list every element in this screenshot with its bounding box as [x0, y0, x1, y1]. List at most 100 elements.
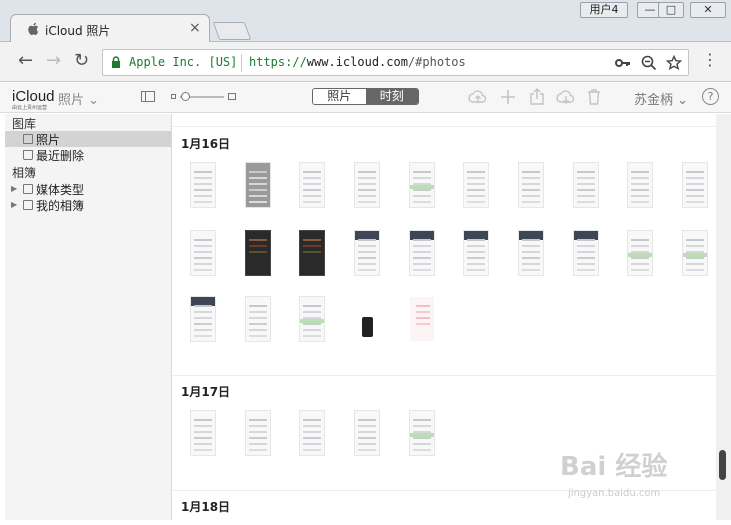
photo-thumbnail[interactable] [190, 410, 216, 456]
sidebar-item-media-types[interactable]: ▶ 媒体类型 [5, 181, 171, 197]
sidebar-item-my-albums[interactable]: ▶ 我的相簿 [5, 197, 171, 213]
photo-thumbnail[interactable] [573, 162, 599, 208]
photo-thumbnail[interactable] [354, 162, 380, 208]
photo-thumbnail[interactable] [354, 410, 380, 456]
photo-thumbnail[interactable] [245, 296, 271, 342]
account-menu[interactable]: 苏金柄 ⌄ [634, 89, 688, 108]
moment-date-header[interactable]: 1月18日 [181, 498, 230, 515]
forward-button[interactable]: → [46, 52, 61, 70]
photo-thumbnail[interactable] [409, 162, 435, 208]
browser-tab-icloud-photos[interactable]: iCloud 照片 × [10, 14, 210, 43]
sidebar-heading-albums: 相簿 [12, 166, 37, 180]
album-stack-icon [23, 184, 33, 194]
url-host: www.icloud.com [306, 55, 408, 69]
site-identity[interactable]: Apple Inc. [US] [129, 55, 237, 69]
photo-thumbnail[interactable] [354, 230, 380, 276]
browser-menu-icon[interactable]: ⋮ [702, 52, 718, 68]
photo-thumbnail[interactable] [463, 162, 489, 208]
section-divider [173, 375, 716, 376]
thumbnail-small-icon [171, 94, 176, 99]
photo-thumbnail[interactable] [463, 230, 489, 276]
browser-toolbar: ← → ↻ Apple Inc. [US] https://www.icloud… [0, 42, 731, 82]
baidu-watermark-url: jingyan.baidu.com [568, 488, 661, 499]
photo-thumbnail[interactable] [245, 230, 271, 276]
sidebar-toggle-icon[interactable] [141, 91, 155, 102]
browser-titlebar: iCloud 照片 × 用户4 — □ ✕ [0, 0, 731, 43]
section-divider [173, 126, 716, 127]
sidebar-item-label: 最近删除 [36, 149, 85, 163]
photo-thumbnail[interactable] [245, 162, 271, 208]
download-cloud-icon[interactable] [556, 89, 576, 105]
add-icon[interactable] [500, 89, 516, 105]
icloud-logo[interactable]: iCloud [12, 88, 55, 105]
moment-date-header[interactable]: 1月17日 [181, 383, 230, 400]
photos-sidebar: 图库 照片 最近删除 相簿 ▶ 媒体类型 ▶ 我的相簿 [5, 114, 172, 520]
photo-thumbnail[interactable] [573, 230, 599, 276]
photo-thumbnail[interactable] [682, 230, 708, 276]
profile-user-button[interactable]: 用户4 [580, 2, 628, 18]
chevron-down-icon: ⌄ [677, 93, 689, 108]
sidebar-item-label: 我的相簿 [36, 199, 85, 213]
reload-button[interactable]: ↻ [74, 52, 89, 70]
photo-thumbnail[interactable] [409, 296, 435, 342]
tab-moments[interactable]: 时刻 [365, 89, 418, 104]
thumbnail-large-icon [228, 93, 236, 100]
trash-icon [23, 150, 33, 160]
chevron-down-icon: ⌄ [88, 93, 100, 108]
photo-thumbnail[interactable] [190, 162, 216, 208]
disclosure-triangle-icon[interactable]: ▶ [11, 200, 17, 209]
photo-thumbnail[interactable] [518, 230, 544, 276]
url-divider [241, 54, 242, 72]
maximize-button[interactable]: □ [658, 2, 684, 18]
photo-thumbnail[interactable] [190, 230, 216, 276]
key-icon[interactable] [615, 57, 631, 69]
scrollbar-thumb[interactable] [719, 450, 726, 480]
tab-close-icon[interactable]: × [189, 20, 201, 36]
thumbnail-size-slider-thumb[interactable] [181, 92, 190, 101]
sidebar-item-recently-deleted[interactable]: 最近删除 [5, 147, 171, 163]
album-stack-icon [23, 200, 33, 210]
close-window-button[interactable]: ✕ [690, 2, 726, 18]
url-path: /#photos [407, 55, 466, 69]
app-switcher[interactable]: 照片 ⌄ [58, 89, 99, 108]
new-tab-button[interactable] [212, 22, 252, 40]
photo-thumbnail[interactable] [627, 162, 653, 208]
share-icon[interactable] [529, 88, 545, 105]
moment-date-header[interactable]: 1月16日 [181, 135, 230, 152]
bookmark-star-icon[interactable] [666, 55, 682, 71]
url-scheme: https:// [249, 55, 307, 69]
photo-thumbnail[interactable] [409, 230, 435, 276]
trash-icon[interactable] [587, 88, 601, 105]
photo-thumbnail[interactable] [299, 230, 325, 276]
photo-thumbnail[interactable] [190, 296, 216, 342]
sidebar-item-label: 媒体类型 [36, 183, 85, 197]
photo-thumbnail[interactable] [299, 296, 325, 342]
apple-icon [28, 22, 39, 35]
upload-cloud-icon[interactable] [468, 89, 488, 105]
photo-thumbnail[interactable] [245, 410, 271, 456]
sidebar-item-label: 照片 [36, 133, 61, 147]
photo-thumbnail[interactable] [409, 410, 435, 456]
photo-thumbnail[interactable] [682, 162, 708, 208]
icloud-operator-note: 由云上贵州运营 [12, 105, 48, 111]
account-name: 苏金柄 [634, 93, 674, 108]
tab-title: iCloud 照片 [45, 24, 111, 38]
address-bar[interactable]: Apple Inc. [US] https://www.icloud.com/#… [102, 49, 689, 76]
tab-photos[interactable]: 照片 [313, 89, 366, 104]
back-button[interactable]: ← [18, 52, 33, 70]
photo-thumbnail[interactable] [299, 410, 325, 456]
zoom-magnifier-icon[interactable] [641, 55, 657, 71]
sidebar-heading-library: 图库 [12, 117, 37, 131]
photo-thumbnail[interactable] [627, 230, 653, 276]
content-scrollbar[interactable] [716, 114, 731, 520]
help-icon[interactable]: ? [702, 88, 719, 105]
sidebar-item-photos[interactable]: 照片 [5, 131, 171, 147]
lock-icon [112, 56, 120, 68]
photo-thumbnail[interactable] [299, 162, 325, 208]
photo-thumbnail[interactable] [354, 296, 380, 342]
url-text[interactable]: https://www.icloud.com/#photos [249, 55, 466, 69]
app-name: 照片 [58, 93, 85, 108]
disclosure-triangle-icon[interactable]: ▶ [11, 184, 17, 193]
photo-thumbnail[interactable] [518, 162, 544, 208]
photos-stack-icon [23, 134, 33, 144]
